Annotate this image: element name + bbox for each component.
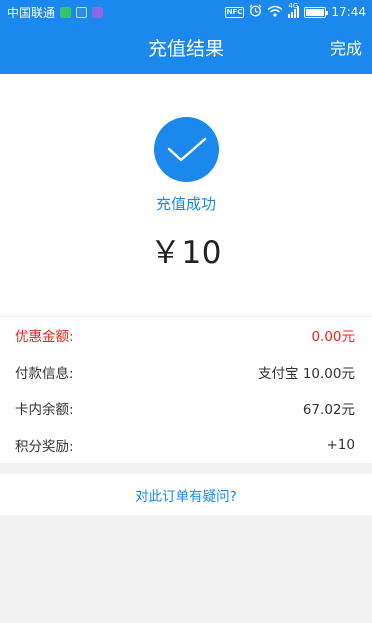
result-card: 充值成功 ￥10 — [0, 74, 372, 316]
status-bar-right: NFC 4G 17:44 — [224, 2, 366, 20]
nfc-icon: NFC — [224, 6, 245, 18]
detail-value: 0.00元 — [311, 329, 355, 346]
detail-value: +10 — [326, 436, 356, 453]
signal-icon: 4G — [288, 2, 300, 18]
status-bar: 中国联通 NFC 4G 17:44 — [0, 0, 372, 24]
detail-label: 付款信息: — [15, 365, 74, 382]
status-bar-left: 中国联通 — [7, 4, 104, 21]
detail-row-points: 积分奖励: +10 — [0, 427, 372, 464]
top-bar: 充值结果 完成 — [0, 24, 372, 74]
detail-value: 支付宝 10.00元 — [258, 365, 355, 382]
done-button[interactable]: 完成 — [330, 24, 362, 74]
page-title: 充值结果 — [147, 38, 224, 60]
check-icon — [154, 117, 219, 182]
detail-value: 67.02元 — [302, 402, 355, 419]
battery-fill — [306, 8, 325, 16]
alarm-icon — [249, 4, 262, 20]
app-notification-icon — [76, 6, 88, 18]
detail-label: 卡内余额: — [15, 402, 74, 419]
result-status: 充值成功 — [155, 195, 216, 213]
clock: 17:44 — [331, 5, 366, 19]
detail-label: 优惠金额: — [15, 329, 74, 346]
help-bar: 对此订单有疑问? — [0, 474, 372, 515]
order-question-link[interactable]: 对此订单有疑问? — [135, 485, 237, 505]
detail-row-discount: 优惠金额: 0.00元 — [0, 317, 372, 354]
details-list: 优惠金额: 0.00元 付款信息: 支付宝 10.00元 卡内余额: 67.02… — [0, 317, 372, 463]
detail-label: 积分奖励: — [15, 438, 74, 455]
carrier-name: 中国联通 — [7, 5, 56, 20]
app-notification-icon — [92, 6, 104, 18]
detail-row-payment: 付款信息: 支付宝 10.00元 — [0, 354, 372, 391]
detail-row-balance: 卡内余额: 67.02元 — [0, 390, 372, 427]
battery-icon — [304, 6, 329, 18]
recharge-amount: ￥10 — [150, 235, 222, 271]
wifi-icon — [267, 5, 283, 20]
network-type-label: 4G — [288, 2, 299, 10]
app-notification-icon — [60, 6, 72, 18]
